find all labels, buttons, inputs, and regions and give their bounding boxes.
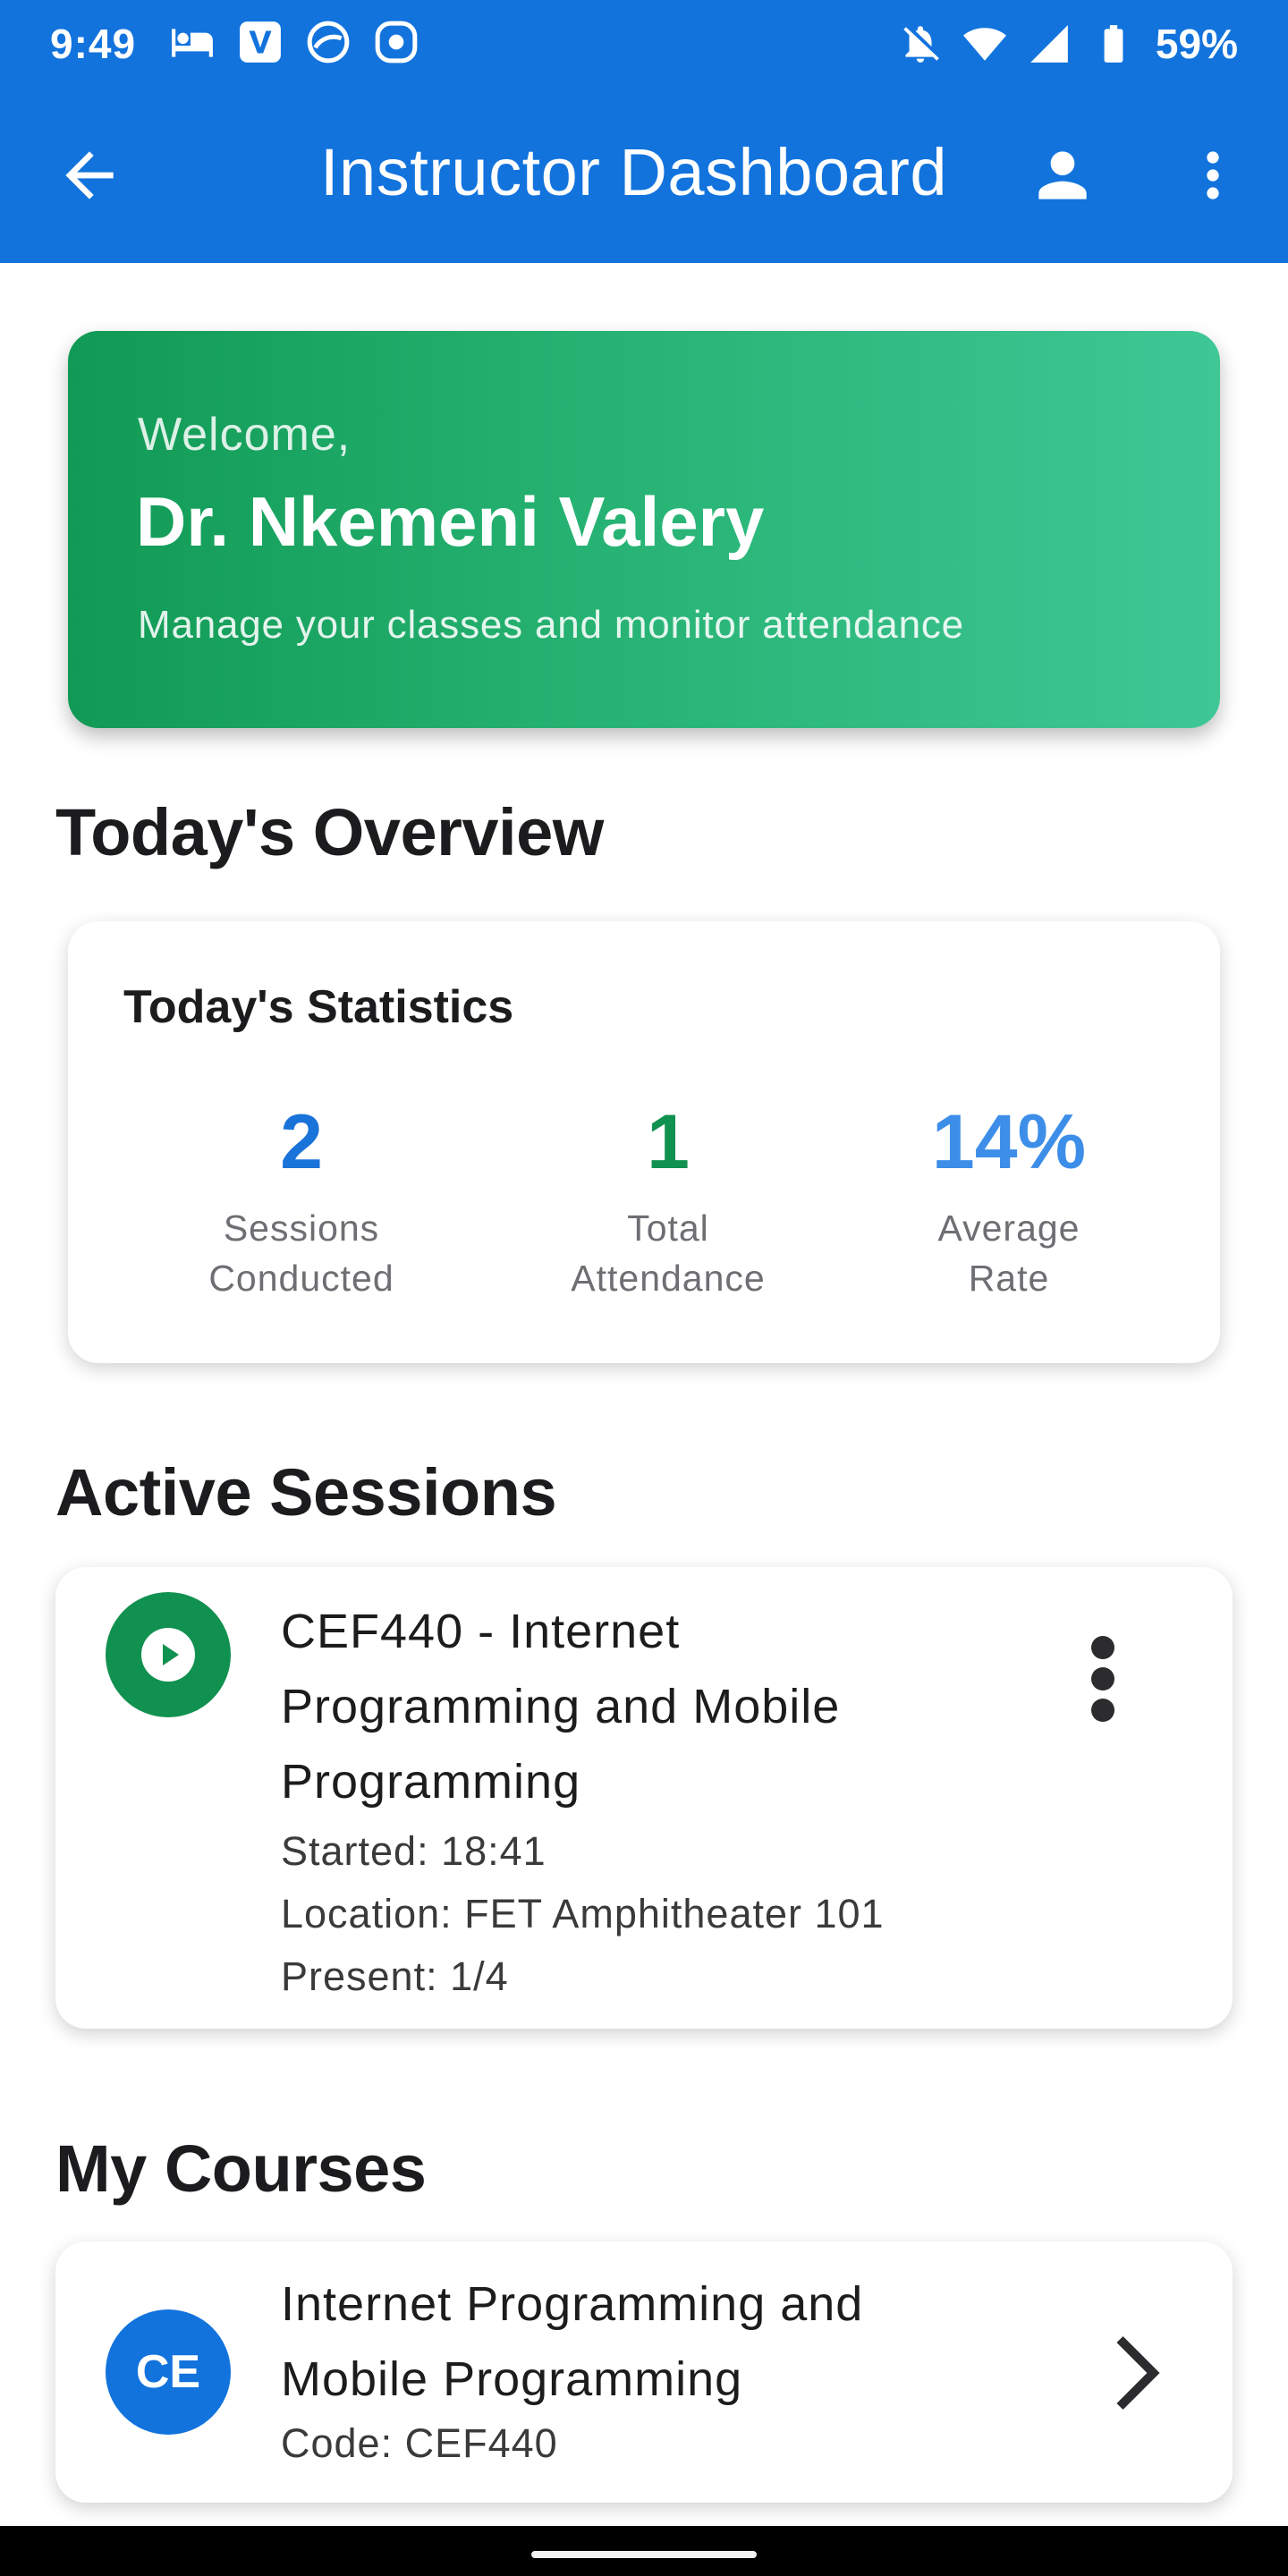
stat-label: Total Attendance bbox=[571, 1207, 766, 1299]
stat-value: 1 bbox=[647, 1099, 690, 1185]
statistics-card: Today's Statistics 2 Sessions Conducted … bbox=[68, 921, 1220, 1363]
statistics-title: Today's Statistics bbox=[123, 981, 514, 1033]
session-location: Location: FET Amphitheater 101 bbox=[281, 1891, 885, 1936]
chevron-right-icon[interactable] bbox=[1102, 2333, 1174, 2413]
active-session-card[interactable]: CEF440 - Internet Programming and Mobile… bbox=[55, 1567, 1233, 2029]
status-time: 9:49 bbox=[50, 21, 137, 67]
status-system-icons: 59% bbox=[898, 20, 1238, 68]
bell-off-icon bbox=[903, 26, 939, 63]
session-present: Present: 1/4 bbox=[281, 1953, 509, 1999]
system-navigation-bar bbox=[0, 2526, 1288, 2576]
hotel-icon bbox=[172, 29, 213, 57]
stat-label: Sessions Conducted bbox=[208, 1207, 394, 1299]
stat-sessions-conducted: 2 Sessions Conducted bbox=[140, 1100, 462, 1303]
status-bar: 9:49 59% bbox=[0, 0, 1288, 88]
course-title: Internet Programming and Mobile Programm… bbox=[281, 2277, 864, 2406]
section-title-my-courses: My Courses bbox=[55, 2131, 427, 2206]
app-bar: Instructor Dashboard bbox=[0, 88, 1288, 263]
instructor-name: Dr. Nkemeni Valery bbox=[136, 482, 765, 561]
stat-value: 14% bbox=[931, 1099, 1087, 1185]
battery-level: 59% bbox=[1155, 21, 1238, 67]
section-title-overview: Today's Overview bbox=[55, 795, 604, 869]
session-title: CEF440 - Internet Programming and Mobile… bbox=[281, 1605, 841, 1809]
stat-average-rate: 14% Average Rate bbox=[848, 1100, 1170, 1303]
course-avatar: CE bbox=[106, 2309, 231, 2435]
v-app-icon bbox=[240, 21, 281, 63]
more-vert-icon[interactable] bbox=[1177, 140, 1249, 211]
back-arrow-icon[interactable] bbox=[54, 140, 125, 211]
course-card[interactable]: CE Internet Programming and Mobile Progr… bbox=[55, 2241, 1233, 2503]
course-code: Code: CEF440 bbox=[281, 2420, 558, 2466]
record-icon bbox=[375, 21, 418, 64]
play-circle-icon bbox=[106, 1592, 231, 1717]
stat-total-attendance: 1 Total Attendance bbox=[507, 1100, 829, 1303]
welcome-card: Welcome, Dr. Nkemeni Valery Manage your … bbox=[68, 331, 1220, 728]
welcome-greeting: Welcome, bbox=[138, 409, 352, 461]
stat-value: 2 bbox=[280, 1099, 323, 1185]
welcome-subtitle: Manage your classes and monitor attendan… bbox=[138, 603, 964, 647]
stat-label: Average Rate bbox=[937, 1207, 1080, 1299]
signal-icon bbox=[1030, 25, 1068, 63]
person-icon[interactable] bbox=[1027, 140, 1098, 211]
home-gesture-handle[interactable] bbox=[531, 2551, 757, 2558]
app-icon bbox=[307, 21, 350, 64]
wifi-icon bbox=[962, 28, 1006, 61]
session-started: Started: 18:41 bbox=[281, 1828, 547, 1874]
section-title-active-sessions: Active Sessions bbox=[55, 1455, 557, 1530]
page-title: Instructor Dashboard bbox=[320, 135, 948, 209]
status-notification-icons bbox=[170, 20, 419, 64]
more-vert-icon[interactable] bbox=[1072, 1630, 1134, 1728]
battery-icon bbox=[1104, 25, 1123, 63]
